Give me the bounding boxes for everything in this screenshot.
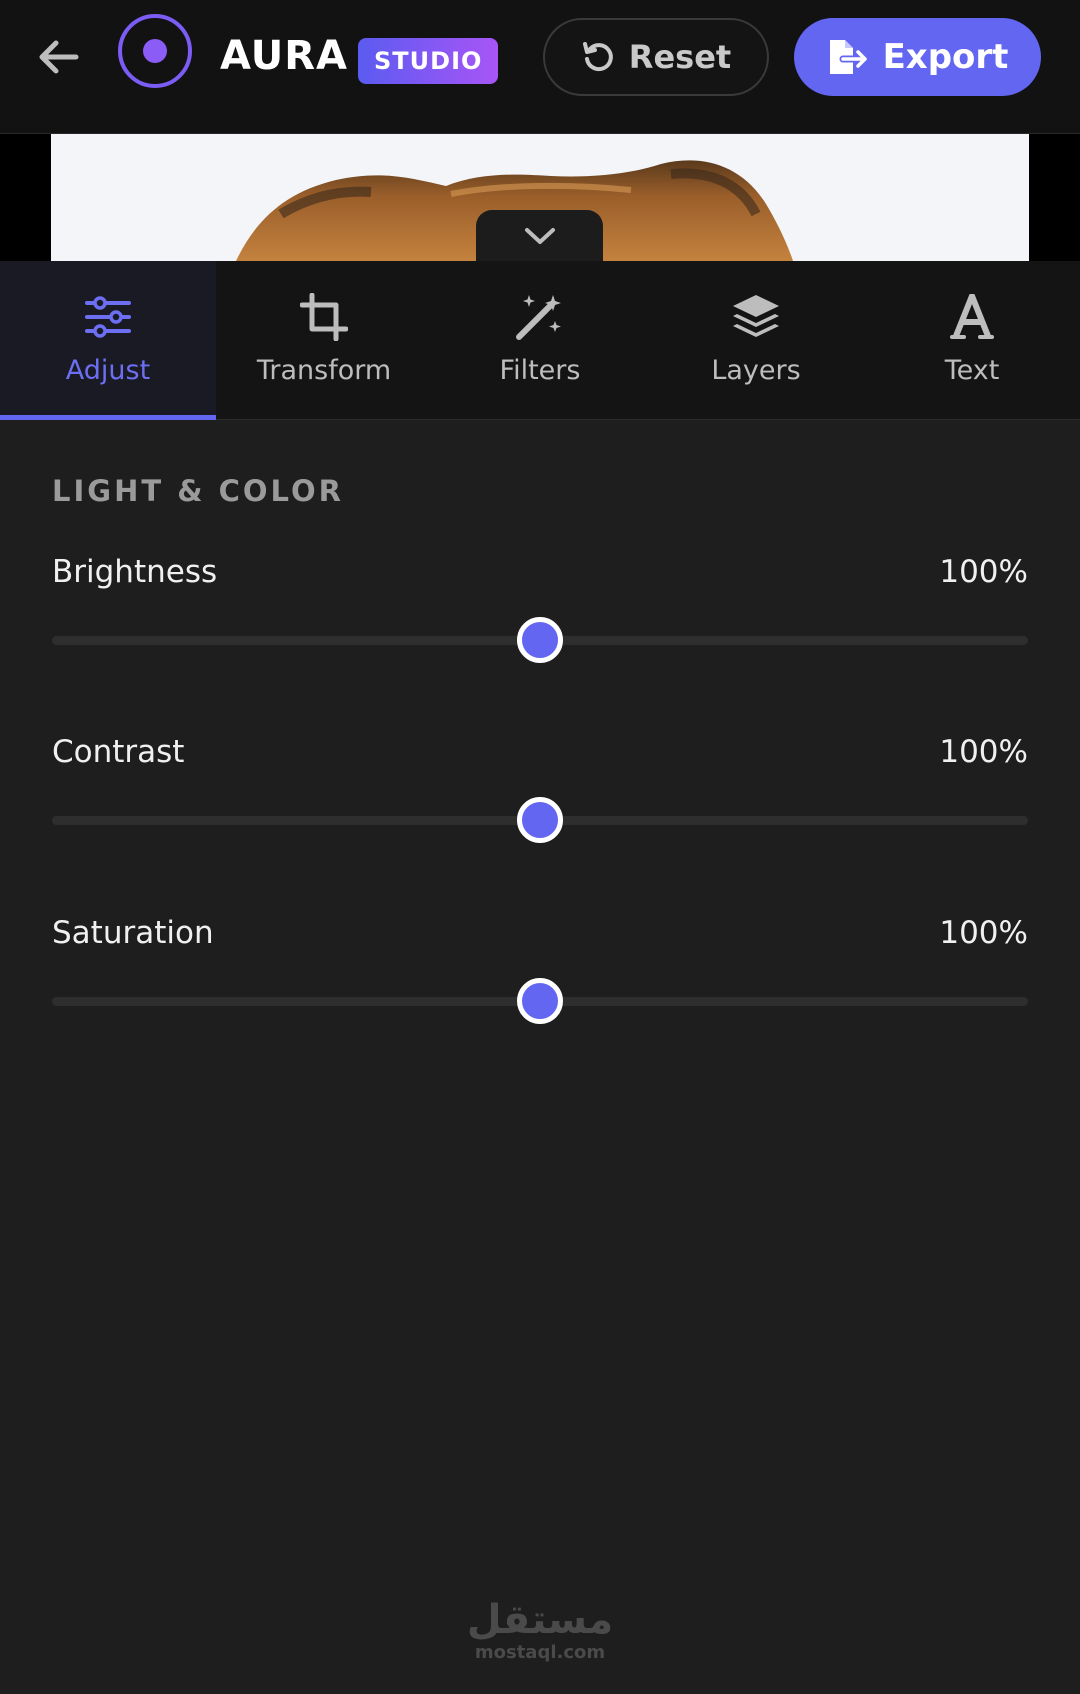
file-export-icon — [829, 40, 869, 74]
reset-icon — [582, 42, 613, 72]
collapse-preview-button[interactable] — [476, 210, 603, 261]
slider-thumb[interactable] — [517, 797, 563, 843]
editor-app: AURA STUDIO Reset Export Adjust Transfor… — [0, 0, 1080, 1694]
tab-text[interactable]: Text — [864, 261, 1080, 420]
tab-label: Filters — [499, 355, 581, 386]
section-title: LIGHT & COLOR — [52, 474, 344, 508]
contrast-slider[interactable] — [52, 796, 1028, 844]
tab-label: Text — [944, 355, 1000, 386]
tab-label: Layers — [711, 355, 801, 386]
control-value: 100% — [939, 915, 1028, 951]
control-value: 100% — [939, 554, 1028, 590]
magic-wand-icon — [516, 295, 561, 340]
layers-icon — [733, 295, 779, 337]
tab-label: Transform — [256, 355, 392, 386]
watermark-latin: mostaql.com — [474, 1642, 606, 1663]
arrow-left-icon — [39, 40, 79, 74]
adjust-panel: LIGHT & COLOR Brightness 100% Contrast 1… — [0, 420, 1080, 1694]
control-label: Saturation — [52, 915, 214, 951]
canvas-preview — [0, 134, 1080, 261]
sliders-icon — [85, 296, 131, 338]
export-button[interactable]: Export — [794, 18, 1041, 96]
tab-transform[interactable]: Transform — [216, 261, 432, 420]
watermark-arabic: مستقل — [466, 1597, 614, 1643]
slider-thumb[interactable] — [517, 617, 563, 663]
control-value: 100% — [939, 734, 1028, 770]
tab-adjust[interactable]: Adjust — [0, 261, 216, 420]
control-label: Contrast — [52, 734, 185, 770]
logo-dot — [143, 39, 167, 63]
crop-icon — [300, 293, 348, 341]
tab-label: Adjust — [65, 355, 151, 386]
top-bar: AURA STUDIO Reset Export — [0, 0, 1080, 134]
saturation-control: Saturation 100% — [52, 915, 1028, 1065]
chevron-down-icon — [524, 227, 555, 244]
brightness-slider[interactable] — [52, 616, 1028, 664]
reset-button[interactable]: Reset — [543, 18, 769, 96]
brand-name: AURA — [220, 33, 348, 79]
slider-thumb[interactable] — [517, 978, 563, 1024]
brightness-control: Brightness 100% — [52, 554, 1028, 704]
saturation-slider[interactable] — [52, 977, 1028, 1025]
text-icon — [950, 294, 994, 339]
reset-label: Reset — [628, 38, 732, 76]
control-label: Brightness — [52, 554, 218, 590]
tool-tabs: Adjust Transform Filters Layers Text — [0, 261, 1080, 420]
app-logo — [118, 14, 192, 88]
export-label: Export — [882, 37, 1009, 77]
contrast-control: Contrast 100% — [52, 734, 1028, 884]
tab-layers[interactable]: Layers — [648, 261, 864, 420]
tab-filters[interactable]: Filters — [432, 261, 648, 420]
back-button[interactable] — [30, 34, 86, 80]
watermark: مستقل mostaql.com — [0, 1598, 1080, 1663]
studio-badge: STUDIO — [358, 38, 499, 84]
